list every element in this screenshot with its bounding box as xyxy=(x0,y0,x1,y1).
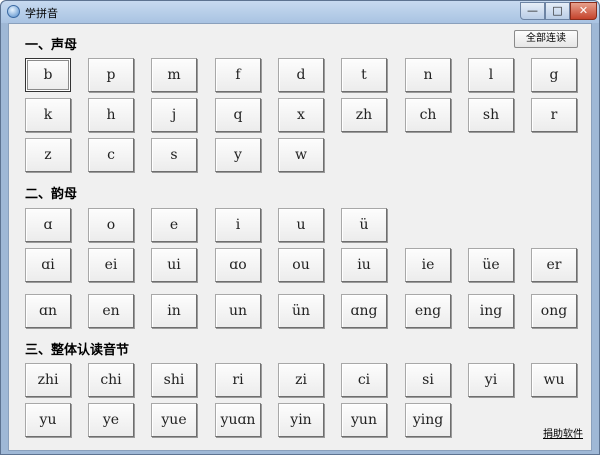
pinyin-syllable-button[interactable]: yi xyxy=(468,363,514,397)
pinyin-syllable-button[interactable]: chi xyxy=(88,363,134,397)
pinyin-final-button[interactable]: üe xyxy=(468,248,514,282)
pinyin-syllable-button[interactable]: zhi xyxy=(25,363,71,397)
pinyin-syllable-button[interactable]: zi xyxy=(278,363,324,397)
pinyin-syllable-button[interactable]: yun xyxy=(341,403,387,437)
pinyin-initial-button[interactable]: z xyxy=(25,138,71,172)
pinyin-final-button[interactable]: ing xyxy=(468,294,514,328)
pinyin-syllable-button[interactable]: ye xyxy=(88,403,134,437)
client-area: 一、声母 二、韵母 三、整体认读音节 全部连读 捐助软件 bpmfdtnlg kh… xyxy=(8,23,592,451)
maximize-button[interactable]: □ xyxy=(545,2,570,20)
pinyin-initial-button[interactable]: l xyxy=(468,58,514,92)
pinyin-syllable-button[interactable]: yuɑn xyxy=(215,403,261,437)
minimize-button[interactable]: — xyxy=(520,2,545,20)
pinyin-initial-button[interactable]: c xyxy=(88,138,134,172)
pinyin-initial-button[interactable]: ch xyxy=(405,98,451,132)
pinyin-final-button[interactable]: ɑn xyxy=(25,294,71,328)
pinyin-syllable-button[interactable]: ri xyxy=(215,363,261,397)
pinyin-syllable-button[interactable]: shi xyxy=(151,363,197,397)
pinyin-final-button[interactable]: ɑng xyxy=(341,294,387,328)
pinyin-final-button[interactable]: ɑi xyxy=(25,248,71,282)
pinyin-final-button[interactable]: ün xyxy=(278,294,324,328)
pinyin-initial-button[interactable]: zh xyxy=(341,98,387,132)
pinyin-initial-button[interactable]: sh xyxy=(468,98,514,132)
pinyin-final-button[interactable]: o xyxy=(88,208,134,242)
pinyin-initial-button[interactable]: f xyxy=(215,58,261,92)
pinyin-syllable-button[interactable]: si xyxy=(405,363,451,397)
section-title-finals: 二、韵母 xyxy=(25,187,78,202)
pinyin-final-button[interactable]: ü xyxy=(341,208,387,242)
pinyin-initial-button[interactable]: n xyxy=(405,58,451,92)
pinyin-syllable-button[interactable]: yue xyxy=(151,403,197,437)
pinyin-syllable-button[interactable]: ci xyxy=(341,363,387,397)
pinyin-syllable-button[interactable]: yu xyxy=(25,403,71,437)
read-all-button[interactable]: 全部连读 xyxy=(514,30,578,48)
pinyin-final-button[interactable]: ui xyxy=(151,248,197,282)
app-icon xyxy=(7,5,20,18)
title-bar[interactable]: 学拼音 — □ ✕ xyxy=(1,1,599,23)
pinyin-initial-button[interactable]: b xyxy=(25,58,71,92)
pinyin-initial-button[interactable]: x xyxy=(278,98,324,132)
pinyin-initial-button[interactable]: y xyxy=(215,138,261,172)
section-title-initials: 一、声母 xyxy=(25,38,78,53)
pinyin-final-button[interactable]: ei xyxy=(88,248,134,282)
pinyin-final-button[interactable]: u xyxy=(278,208,324,242)
pinyin-initial-button[interactable]: j xyxy=(151,98,197,132)
close-button[interactable]: ✕ xyxy=(570,2,597,20)
pinyin-final-button[interactable]: er xyxy=(531,248,577,282)
window-title: 学拼音 xyxy=(25,7,58,20)
pinyin-initial-button[interactable]: w xyxy=(278,138,324,172)
app-window: 学拼音 — □ ✕ 一、声母 二、韵母 三、整体认读音节 全部连读 捐助软件 b… xyxy=(0,0,600,455)
pinyin-initial-button[interactable]: q xyxy=(215,98,261,132)
pinyin-final-button[interactable]: e xyxy=(151,208,197,242)
pinyin-final-button[interactable]: en xyxy=(88,294,134,328)
pinyin-initial-button[interactable]: k xyxy=(25,98,71,132)
pinyin-initial-button[interactable]: t xyxy=(341,58,387,92)
pinyin-final-button[interactable]: ie xyxy=(405,248,451,282)
pinyin-initial-button[interactable]: r xyxy=(531,98,577,132)
pinyin-initial-button[interactable]: s xyxy=(151,138,197,172)
pinyin-final-button[interactable]: ɑo xyxy=(215,248,261,282)
pinyin-final-button[interactable]: ou xyxy=(278,248,324,282)
pinyin-final-button[interactable]: in xyxy=(151,294,197,328)
pinyin-initial-button[interactable]: d xyxy=(278,58,324,92)
pinyin-final-button[interactable]: ɑ xyxy=(25,208,71,242)
pinyin-final-button[interactable]: eng xyxy=(405,294,451,328)
pinyin-initial-button[interactable]: h xyxy=(88,98,134,132)
pinyin-initial-button[interactable]: m xyxy=(151,58,197,92)
pinyin-syllable-button[interactable]: ying xyxy=(405,403,451,437)
pinyin-initial-button[interactable]: g xyxy=(531,58,577,92)
pinyin-final-button[interactable]: ong xyxy=(531,294,577,328)
pinyin-syllable-button[interactable]: yin xyxy=(278,403,324,437)
section-title-whole-syllables: 三、整体认读音节 xyxy=(25,343,130,358)
pinyin-final-button[interactable]: un xyxy=(215,294,261,328)
pinyin-final-button[interactable]: i xyxy=(215,208,261,242)
pinyin-initial-button[interactable]: p xyxy=(88,58,134,92)
pinyin-final-button[interactable]: iu xyxy=(341,248,387,282)
pinyin-syllable-button[interactable]: wu xyxy=(531,363,577,397)
donate-link[interactable]: 捐助软件 xyxy=(543,425,583,440)
